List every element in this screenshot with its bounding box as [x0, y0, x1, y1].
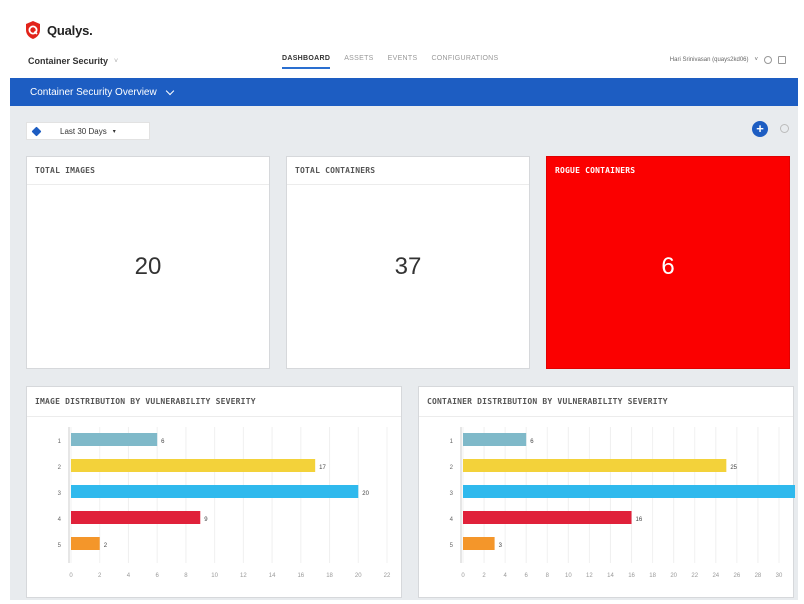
bar-value-label: 25: [730, 465, 737, 471]
bar-value-label: 6: [161, 439, 165, 445]
top-header: Qualys. Container Security ˅ DASHBOARD A…: [10, 8, 798, 78]
bar-severity-5: [463, 537, 495, 550]
image-severity-chart: 0 2 4 6 8 10 12 14 16 18 20 221 62 173 204 95 2: [58, 427, 391, 579]
card-title: TOTAL CONTAINERS: [287, 157, 529, 185]
chart-title: IMAGE DISTRIBUTION BY VULNERABILITY SEVE…: [27, 387, 401, 417]
bar-severity-4: [71, 511, 201, 524]
y-tick-label: 2: [450, 465, 454, 471]
x-tick-label: 22: [384, 573, 391, 579]
bar-value-label: 16: [636, 517, 643, 523]
bar-severity-5: [71, 537, 100, 550]
x-tick-label: 20: [355, 573, 362, 579]
card-title: TOTAL IMAGES: [27, 157, 269, 185]
x-tick-label: 22: [691, 573, 698, 579]
main-nav: DASHBOARD ASSETS EVENTS CONFIGURATIONS: [282, 55, 499, 69]
qualys-logo[interactable]: Qualys.: [24, 20, 93, 40]
tab-dashboard[interactable]: DASHBOARD: [282, 55, 331, 69]
qualys-shield-icon: [26, 21, 40, 39]
total-containers-card: TOTAL CONTAINERS 37: [286, 156, 530, 369]
tab-events[interactable]: EVENTS: [388, 55, 418, 69]
x-tick-label: 4: [503, 573, 507, 579]
chevron-down-icon: ˅: [754, 57, 758, 63]
y-tick-label: 4: [58, 517, 62, 523]
container-severity-chart-card: CONTAINER DISTRIBUTION BY VULNERABILITY …: [418, 386, 804, 598]
x-tick-label: 24: [712, 573, 719, 579]
card-title: ROGUE CONTAINERS: [555, 166, 636, 175]
bar-severity-1: [463, 433, 527, 446]
card-value: 6: [661, 253, 675, 280]
x-tick-label: 16: [297, 573, 304, 579]
x-tick-label: 2: [98, 573, 102, 579]
app-title: Container Security: [28, 56, 109, 66]
caret-down-icon: ▾: [112, 128, 116, 135]
x-tick-label: 12: [586, 573, 593, 579]
chart-title: CONTAINER DISTRIBUTION BY VULNERABILITY …: [419, 387, 793, 417]
container-severity-chart: 0246810121416182022242628301622533741653: [450, 427, 804, 579]
y-tick-label: 5: [450, 543, 454, 549]
settings-icon[interactable]: [780, 124, 789, 133]
dashboard-page: Qualys. Container Security ˅ DASHBOARD A…: [10, 8, 804, 600]
user-menu[interactable]: Hari Srinivasan (quays2kd06) ˅: [670, 56, 786, 64]
y-tick-label: 4: [450, 517, 454, 523]
x-tick-label: 8: [184, 573, 188, 579]
x-tick-label: 14: [607, 573, 614, 579]
bar-severity-3: [463, 485, 804, 498]
x-tick-label: 8: [546, 573, 550, 579]
filter-icon: [31, 126, 42, 136]
x-tick-label: 28: [755, 573, 762, 579]
bar-value-label: 6: [530, 439, 534, 445]
bar-severity-3: [71, 485, 359, 498]
dashboard-selector-bar[interactable]: Container Security Overview: [10, 78, 798, 106]
bar-value-label: 17: [319, 465, 326, 471]
chevron-down-icon[interactable]: [165, 86, 174, 95]
bar-severity-2: [71, 459, 316, 472]
x-tick-label: 0: [69, 573, 73, 579]
help-icon[interactable]: [764, 56, 772, 64]
date-range-dropdown[interactable]: Last 30 Days ▾: [26, 122, 150, 140]
tab-configurations[interactable]: CONFIGURATIONS: [431, 55, 498, 69]
x-tick-label: 12: [240, 573, 247, 579]
total-images-card: TOTAL IMAGES 20: [26, 156, 270, 369]
mail-icon[interactable]: [778, 56, 786, 64]
y-tick-label: 1: [58, 439, 62, 445]
y-tick-label: 2: [58, 465, 62, 471]
x-tick-label: 18: [326, 573, 333, 579]
bar-value-label: 3: [499, 543, 503, 549]
x-tick-label: 20: [670, 573, 677, 579]
x-tick-label: 2: [482, 573, 486, 579]
bar-value-label: 9: [204, 517, 208, 523]
logo-text: Qualys.: [47, 22, 93, 38]
y-tick-label: 1: [450, 439, 454, 445]
bar-severity-2: [463, 459, 727, 472]
bar-severity-1: [71, 433, 158, 446]
x-tick-label: 30: [776, 573, 783, 579]
card-value: 20: [134, 253, 162, 280]
x-tick-label: 18: [649, 573, 656, 579]
x-tick-label: 26: [734, 573, 741, 579]
y-tick-label: 3: [58, 491, 62, 497]
add-widget-button[interactable]: +: [752, 121, 768, 137]
x-tick-label: 10: [565, 573, 572, 579]
bar-value-label: 2: [104, 543, 108, 549]
user-name: Hari Srinivasan (quays2kd06): [669, 57, 749, 63]
x-tick-label: 4: [127, 573, 131, 579]
x-tick-label: 0: [461, 573, 465, 579]
bar-value-label: 20: [362, 491, 369, 497]
app-switcher[interactable]: Container Security ˅: [28, 56, 118, 66]
dashboard-title: Container Security Overview: [30, 86, 157, 98]
card-value: 37: [394, 253, 422, 280]
x-tick-label: 14: [269, 573, 276, 579]
tab-assets[interactable]: ASSETS: [344, 55, 373, 69]
bar-severity-4: [463, 511, 632, 524]
x-tick-label: 10: [211, 573, 218, 579]
x-tick-label: 6: [156, 573, 160, 579]
image-severity-chart-card: IMAGE DISTRIBUTION BY VULNERABILITY SEVE…: [26, 386, 402, 598]
rogue-containers-card: ROGUE CONTAINERS 6: [546, 156, 790, 369]
date-range-label: Last 30 Days: [60, 126, 107, 136]
chevron-down-icon: ˅: [114, 57, 119, 65]
x-tick-label: 16: [628, 573, 635, 579]
y-tick-label: 3: [450, 491, 454, 497]
x-tick-label: 6: [525, 573, 529, 579]
y-tick-label: 5: [58, 543, 62, 549]
